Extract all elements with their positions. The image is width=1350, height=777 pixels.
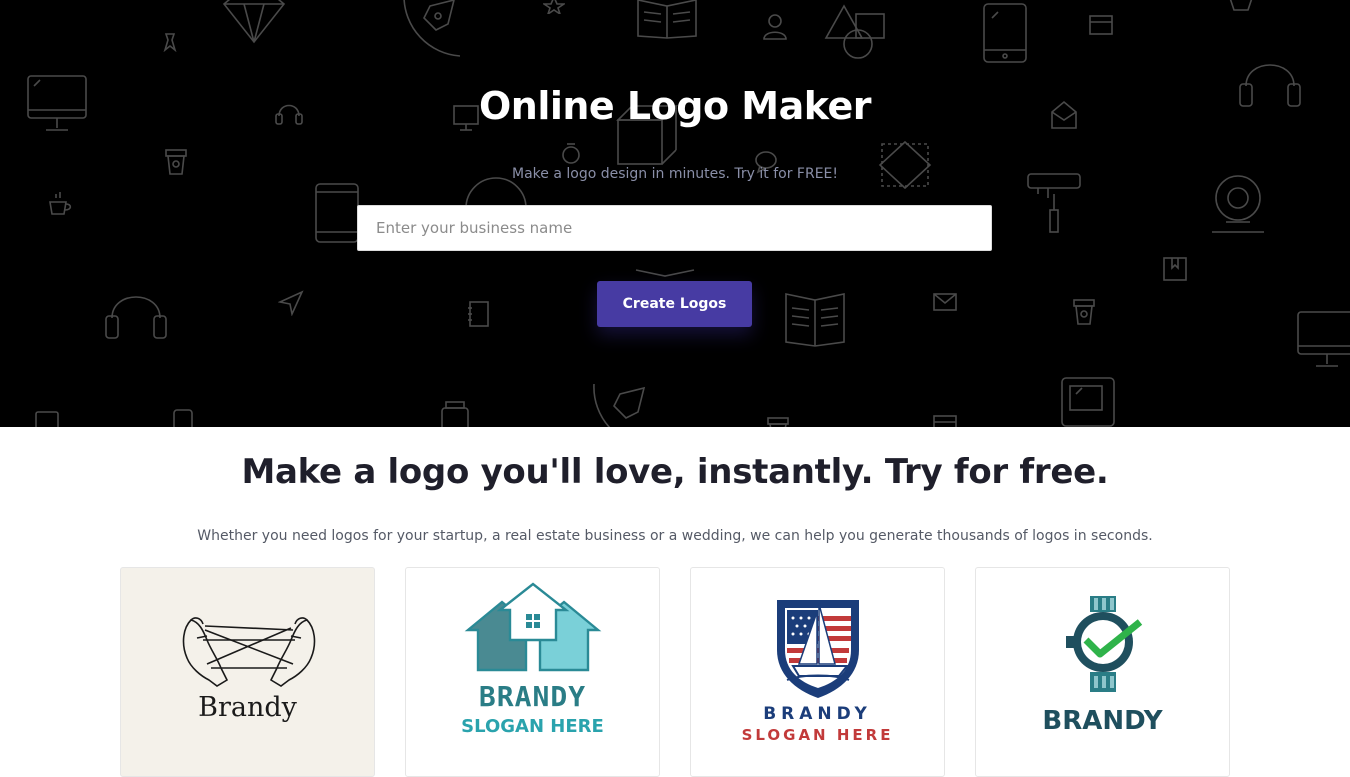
coffee-mug-icon xyxy=(49,192,72,215)
logo-examples-grid: Brandy BRANDY SLOGAN HERE BRANDY SLOGAN … xyxy=(120,567,1230,777)
logo-card-real-estate[interactable]: BRANDY SLOGAN HERE xyxy=(405,567,660,777)
notebook-icon xyxy=(468,301,489,327)
logo-name: BRANDY xyxy=(763,704,872,724)
user-icon xyxy=(763,14,787,40)
monitor-right-icon xyxy=(1297,311,1350,367)
bag-icon xyxy=(1229,0,1253,11)
create-logos-button[interactable]: Create Logos xyxy=(597,281,752,327)
logo-slogan: SLOGAN HERE xyxy=(461,716,604,737)
diamond-icon xyxy=(222,0,286,44)
headphones-left-icon xyxy=(105,296,167,339)
pen-tool-bottom-icon xyxy=(593,383,646,427)
star-icon xyxy=(543,0,565,14)
hands-string-icon xyxy=(182,617,316,687)
cup-bottom-icon xyxy=(767,417,789,427)
logo-slogan: SLOGAN HERE xyxy=(741,726,894,744)
window-bottom-icon xyxy=(933,415,957,427)
hero-section: Online Logo Maker Make a logo design in … xyxy=(0,0,1350,427)
envelope-icon xyxy=(933,293,957,311)
open-book-icon xyxy=(637,0,697,39)
paper-plane-icon xyxy=(278,290,304,316)
logo-name: BRANDY xyxy=(1042,706,1163,736)
shapes-icon xyxy=(824,4,885,59)
watch-check-icon xyxy=(1066,596,1143,692)
window-icon xyxy=(1089,15,1113,35)
ribbon-icon xyxy=(163,33,177,52)
business-name-input[interactable] xyxy=(357,205,992,251)
crop-icon xyxy=(878,140,932,190)
tablet-left-icon xyxy=(315,183,359,243)
logo-card-shield[interactable]: BRANDY SLOGAN HERE xyxy=(690,567,945,777)
cup-right-icon xyxy=(1073,299,1095,325)
tablet-icon xyxy=(983,3,1027,63)
section-title: Make a logo you'll love, instantly. Try … xyxy=(241,452,1109,492)
logo-name: Brandy xyxy=(198,692,297,723)
clock-icon xyxy=(562,143,580,164)
logo-card-hands[interactable]: Brandy xyxy=(120,567,375,777)
square-icon xyxy=(35,411,59,427)
hero-title: Online Logo Maker xyxy=(478,84,872,128)
bookmark-icon xyxy=(1163,257,1187,281)
houses-icon xyxy=(464,582,602,672)
section-subtitle: Whether you need logos for your startup,… xyxy=(197,528,1153,544)
phone-icon xyxy=(173,409,193,427)
shield-boat-icon xyxy=(777,600,859,698)
pen-tool-icon xyxy=(403,0,461,57)
book-icon xyxy=(785,293,845,347)
logo-card-watch[interactable]: BRANDY xyxy=(975,567,1230,777)
jar-icon xyxy=(441,401,469,427)
retro-computer-icon xyxy=(1061,377,1115,427)
hero-subtitle: Make a logo design in minutes. Try it fo… xyxy=(512,166,838,182)
logo-name: BRANDY xyxy=(478,680,587,713)
